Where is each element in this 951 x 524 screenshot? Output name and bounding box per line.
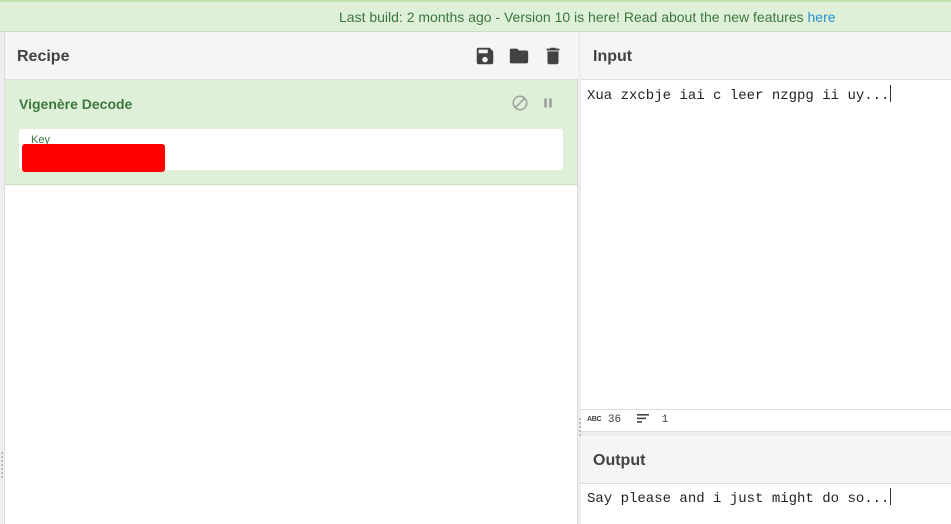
line-count-value: 1 — [661, 414, 669, 426]
banner-message: Last build: 2 months ago - Version 10 is… — [339, 9, 836, 25]
operation-vigenere-decode[interactable]: Vigenère Decode Key — [5, 80, 577, 185]
recipe-panel: Recipe Vigenère Decode Key — [5, 32, 578, 524]
input-panel: Input Xua zxcbje iai c leer nzgpg ii uy.… — [581, 32, 951, 410]
output-title: Output — [593, 452, 646, 469]
folder-icon[interactable] — [508, 45, 530, 67]
recipe-title: Recipe — [17, 48, 70, 65]
input-header: Input — [581, 32, 951, 80]
update-banner: Last build: 2 months ago - Version 10 is… — [0, 0, 951, 32]
abc-icon: ABC — [587, 416, 602, 423]
recipe-header: Recipe — [5, 32, 578, 80]
save-icon[interactable] — [474, 45, 496, 67]
line-count: 1 — [637, 414, 668, 426]
output-textarea[interactable]: Say please and i just might do so... — [587, 488, 892, 507]
char-count: ABC 36 — [587, 414, 621, 426]
char-count-value: 36 — [607, 414, 622, 426]
banner-text: Last build: 2 months ago - Version 10 is… — [339, 9, 808, 25]
input-title: Input — [593, 48, 633, 65]
input-textarea[interactable]: Xua zxcbje iai c leer nzgpg ii uy... — [587, 85, 892, 104]
output-header: Output — [581, 436, 951, 484]
operation-title: Vigenère Decode — [19, 96, 133, 112]
key-input[interactable] — [22, 144, 165, 172]
input-text: Xua zxcbje iai c leer nzgpg ii uy... — [587, 88, 890, 104]
trash-icon[interactable] — [542, 45, 564, 67]
key-field: Key — [19, 129, 563, 172]
text-caret — [890, 85, 892, 102]
lines-icon — [637, 414, 649, 423]
banner-link[interactable]: here — [808, 9, 836, 25]
input-status-bar: ABC 36 1 — [581, 410, 951, 432]
pause-icon[interactable] — [539, 94, 557, 112]
disable-icon[interactable] — [511, 94, 529, 112]
resize-handle[interactable] — [1, 452, 3, 478]
output-panel: Output Say please and i just might do so… — [581, 436, 951, 524]
output-caret — [890, 488, 892, 505]
output-text: Say please and i just might do so... — [587, 491, 890, 507]
